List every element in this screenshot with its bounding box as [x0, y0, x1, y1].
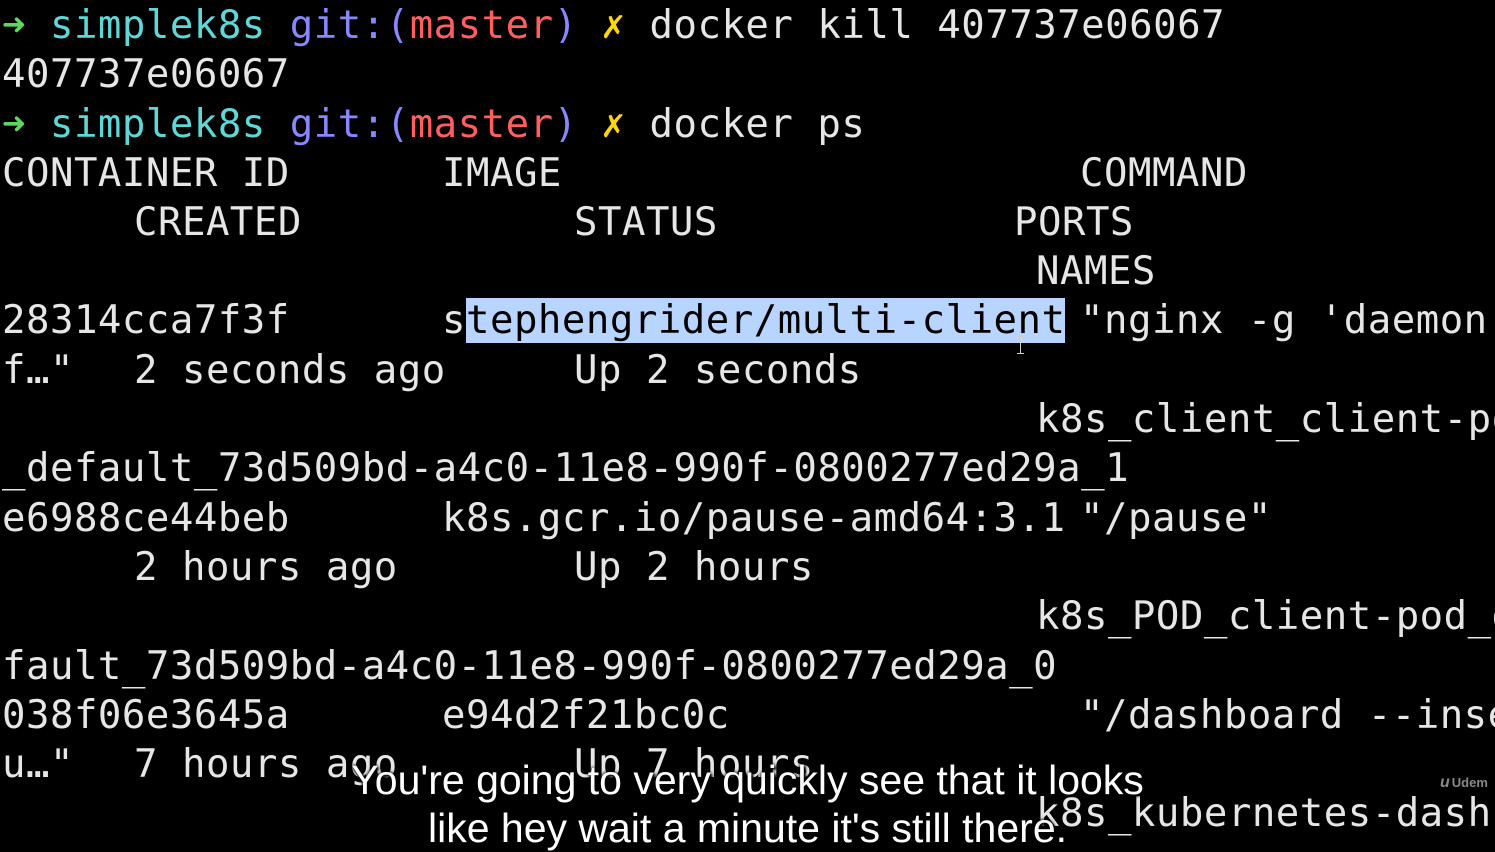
container-names-wrap: _default_73d509bd-a4c0-11e8-990f-0800277…: [2, 446, 1130, 491]
prompt-git-close: ): [553, 102, 578, 147]
prompt-git-label: git:(: [289, 3, 410, 48]
header-ports: PORTS: [1014, 200, 1134, 245]
container-status: Up 2 hours: [574, 545, 814, 590]
container-image-first-char: s: [442, 298, 466, 343]
container-created: 2 hours ago: [134, 545, 398, 590]
header-names: NAMES: [1036, 249, 1156, 294]
header-container-id: CONTAINER ID: [2, 151, 290, 196]
prompt-arrow-icon: ➜: [2, 3, 26, 48]
text-cursor-icon: [1016, 336, 1025, 354]
container-id: 28314cca7f3f: [2, 298, 290, 343]
subtitle-line-1: You're going to very quickly see that it…: [351, 757, 1144, 803]
command-text: docker kill 407737e06067: [649, 3, 1226, 48]
prompt-dirty-icon: ✗: [601, 102, 626, 147]
container-names-wrap: fault_73d509bd-a4c0-11e8-990f-0800277ed2…: [2, 644, 1058, 689]
prompt-directory: simplek8s: [49, 3, 266, 48]
container-id: 038f06e3645a: [2, 693, 290, 738]
terminal-window[interactable]: ➜ simplek8s git:(master) ✗ docker kill 4…: [0, 0, 1495, 852]
prompt-dirty-icon: ✗: [601, 3, 626, 48]
prompt-branch: master: [409, 102, 554, 147]
container-image: e94d2f21bc0c: [442, 693, 730, 738]
container-image[interactable]: stephengrider/multi-client: [442, 296, 1066, 345]
container-id: e6988ce44beb: [2, 496, 290, 541]
container-command: "nginx -g 'daemon o: [1080, 298, 1495, 343]
container-command: "/pause": [1080, 496, 1272, 541]
prompt-line-ps: ➜ simplek8s git:(master) ✗ docker ps: [2, 100, 865, 149]
subtitle-line-2: like hey wait a minute it's still there.: [427, 805, 1068, 851]
container-image: k8s.gcr.io/pause-amd64:3.1: [442, 496, 1066, 541]
container-command: "/dashboard --insec: [1080, 693, 1495, 738]
prompt-arrow-icon: ➜: [2, 102, 26, 147]
header-image: IMAGE: [442, 151, 562, 196]
container-names: k8s_POD_client-pod_de: [1036, 594, 1495, 639]
prompt-line-kill: ➜ simplek8s git:(master) ✗ docker kill 4…: [2, 1, 1225, 50]
container-created: 2 seconds ago: [134, 348, 446, 393]
container-status: Up 2 seconds: [574, 348, 862, 393]
prompt-git-label: git:(: [289, 102, 410, 147]
container-names: k8s_client_client-pod: [1036, 397, 1495, 442]
prompt-git-close: ): [553, 3, 578, 48]
header-command: COMMAND: [1080, 151, 1248, 196]
kill-output: 407737e06067: [2, 52, 290, 97]
selected-text[interactable]: tephengrider/multi-client: [465, 298, 1066, 343]
container-command-wrap: f…": [2, 348, 74, 393]
prompt-directory: simplek8s: [49, 102, 266, 147]
header-status: STATUS: [574, 200, 718, 245]
command-text: docker ps: [649, 102, 866, 147]
header-created: CREATED: [134, 200, 302, 245]
prompt-branch: master: [409, 3, 554, 48]
